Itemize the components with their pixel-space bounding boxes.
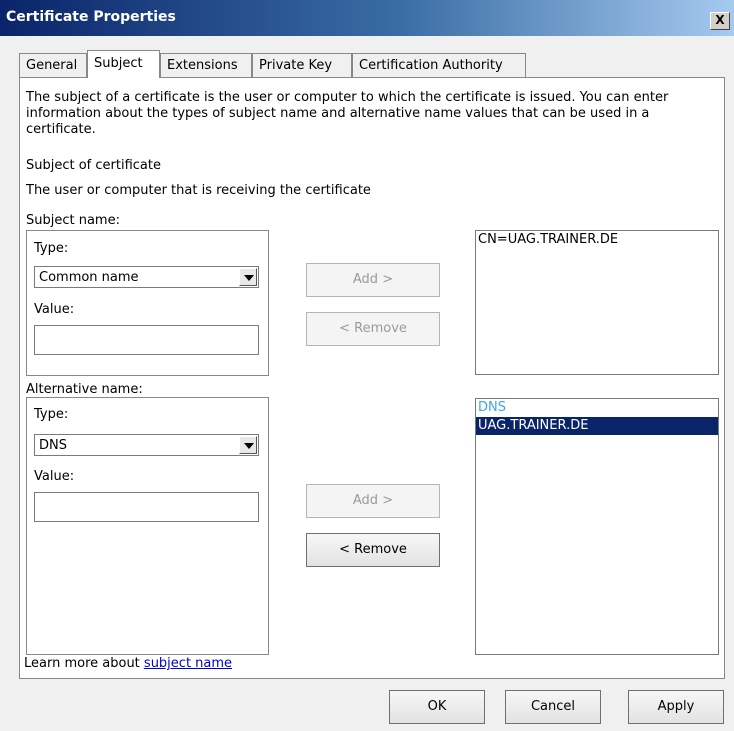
subject-name-link[interactable]: subject name — [144, 656, 232, 671]
learn-more-prefix: Learn more about — [24, 656, 144, 671]
alternative-name-group-label: Alternative name: — [26, 382, 143, 397]
window-title: Certificate Properties — [6, 9, 176, 25]
chevron-down-icon[interactable] — [239, 268, 257, 286]
subject-remove-button[interactable]: < Remove — [306, 312, 440, 346]
learn-more-text: Learn more about subject name — [24, 656, 232, 671]
alternative-value-label: Value: — [34, 469, 75, 484]
subject-type-select[interactable]: Common name — [34, 266, 259, 288]
subject-value-input[interactable] — [34, 325, 259, 355]
tab-subject[interactable]: Subject — [87, 50, 160, 78]
list-item[interactable]: CN=UAG.TRAINER.DE — [476, 231, 718, 249]
alternative-type-label: Type: — [34, 407, 69, 422]
subject-of-certificate-label: Subject of certificate — [26, 158, 161, 173]
alternative-value-input[interactable] — [34, 492, 259, 522]
alternative-type-value: DNS — [39, 438, 67, 453]
tab-general[interactable]: General — [19, 53, 87, 77]
receiving-label: The user or computer that is receiving t… — [26, 183, 371, 198]
tab-private-key[interactable]: Private Key — [252, 53, 352, 77]
list-item[interactable]: UAG.TRAINER.DE — [476, 417, 718, 435]
description-text: The subject of a certificate is the user… — [26, 90, 669, 137]
subject-value-label: Value: — [34, 302, 75, 317]
tab-extensions-label: Extensions — [167, 58, 238, 73]
subject-add-button[interactable]: Add > — [306, 263, 440, 297]
tab-private-key-label: Private Key — [259, 58, 333, 73]
tab-subject-label: Subject — [94, 56, 143, 71]
subject-name-group-label: Subject name: — [26, 213, 120, 228]
tab-general-label: General — [26, 58, 78, 73]
alternative-add-button[interactable]: Add > — [306, 484, 440, 518]
subject-type-label: Type: — [34, 241, 69, 256]
apply-button[interactable]: Apply — [628, 690, 724, 724]
tab-certification-authority-label: Certification Authority — [359, 58, 503, 73]
ok-button[interactable]: OK — [389, 690, 485, 724]
list-item-group: DNS — [478, 400, 506, 415]
subject-type-value: Common name — [39, 270, 139, 285]
alternative-list[interactable]: DNS UAG.TRAINER.DE — [475, 398, 719, 655]
alternative-remove-button[interactable]: < Remove — [306, 533, 440, 567]
alternative-type-select[interactable]: DNS — [34, 434, 259, 456]
cancel-button[interactable]: Cancel — [505, 690, 601, 724]
tab-certification-authority[interactable]: Certification Authority — [352, 53, 526, 77]
chevron-down-icon[interactable] — [239, 436, 257, 454]
close-button[interactable]: X — [710, 12, 730, 30]
subject-list[interactable]: CN=UAG.TRAINER.DE — [475, 230, 719, 375]
tab-extensions[interactable]: Extensions — [160, 53, 252, 77]
title-bar: Certificate Properties X — [0, 0, 734, 36]
